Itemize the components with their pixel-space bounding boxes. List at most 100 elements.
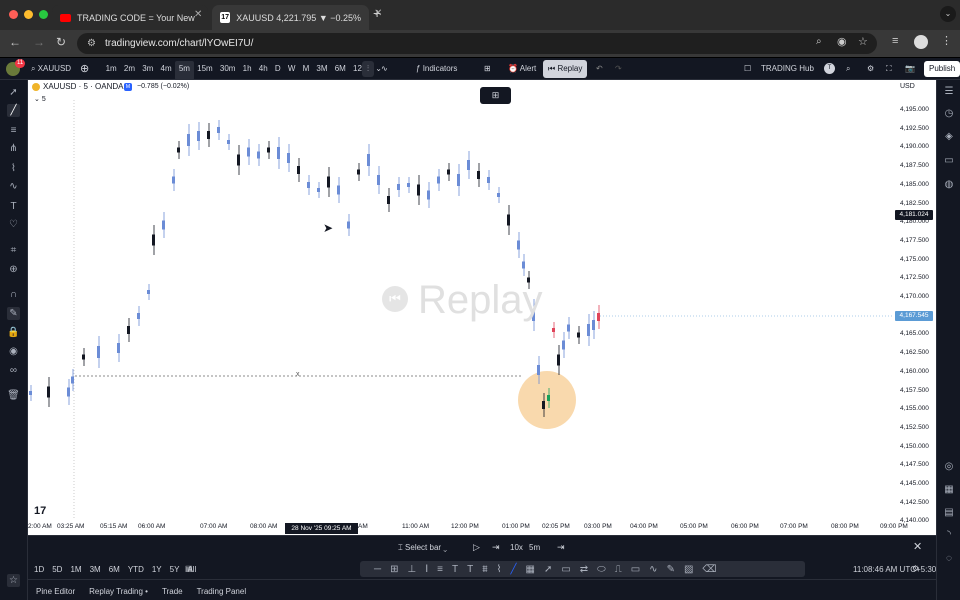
layers-icon[interactable]: ◈ — [942, 130, 956, 144]
settings-gear-icon[interactable]: ⚙ — [912, 564, 919, 573]
pattern-icon[interactable]: ⌇ — [7, 162, 20, 175]
candle-body[interactable] — [477, 171, 480, 179]
forward-icon[interactable]: → — [33, 35, 45, 49]
play-icon[interactable]: ▷ — [473, 542, 480, 553]
indicator-count[interactable]: ⌄ 5 — [34, 95, 46, 103]
replay-button[interactable]: ⏮ Replay — [543, 60, 588, 78]
maximize-window-icon[interactable] — [39, 10, 48, 19]
candle-body[interactable] — [577, 332, 580, 338]
time-axis[interactable]: 2:00 AM 03:25 AM 05:15 AM 06:00 AM 07:00 AM 0… — [28, 522, 908, 535]
candle-body[interactable] — [177, 147, 180, 153]
layout-name[interactable]: TRADING Hub — [761, 58, 814, 80]
candle-body[interactable] — [417, 184, 420, 196]
grid-tool-icon[interactable]: ⊞ — [390, 564, 398, 575]
rectangle-tool-icon[interactable]: ▭ — [631, 564, 640, 575]
layout-grid-icon[interactable]: ⊞ — [484, 58, 491, 80]
candle-body[interactable] — [562, 340, 565, 350]
candle-body[interactable] — [152, 234, 155, 246]
chat-icon[interactable]: ▭ — [942, 154, 956, 168]
horizontal-line-icon[interactable]: ─ — [374, 564, 381, 575]
publish-button[interactable]: Publish — [924, 61, 960, 77]
candle-body[interactable] — [547, 395, 550, 401]
candle-body[interactable] — [487, 177, 490, 183]
text-alt-tool-icon[interactable]: T — [467, 564, 473, 575]
range-1y[interactable]: 1Y — [152, 565, 162, 574]
interval-4m[interactable]: 4m — [157, 61, 175, 80]
interval-5m[interactable]: 5m — [175, 61, 194, 80]
candle-body[interactable] — [347, 221, 350, 229]
vertical-tool-icon[interactable]: ⊥ — [407, 564, 416, 575]
candle-body[interactable] — [257, 151, 260, 159]
pitchfork-icon[interactable]: ⋔ — [7, 142, 20, 155]
polyline-tool-icon[interactable]: ⎍ — [615, 564, 622, 575]
candle-body[interactable] — [317, 188, 320, 192]
cursor-icon[interactable]: ➚ — [7, 86, 20, 99]
trend-line-icon[interactable]: ╱ — [7, 104, 20, 117]
broadcast-icon[interactable]: ◝ — [942, 528, 956, 542]
link-icon[interactable]: ∞ — [7, 364, 20, 377]
checkbox-icon[interactable]: ☐ — [744, 58, 751, 80]
replay-interval[interactable]: 5m — [529, 543, 540, 552]
interval-M[interactable]: M — [299, 61, 313, 80]
camera-icon[interactable]: 📷 — [905, 58, 915, 80]
url-input[interactable]: ⚙ tradingview.com/chart/lYOwEI7U/ — [77, 33, 877, 54]
layout-menu-icon[interactable]: T — [824, 63, 835, 74]
browser-tab-2[interactable]: 17 XAUUSD 4,221.795 ▼ −0.25% — [212, 5, 369, 30]
candle-body[interactable] — [207, 131, 210, 139]
candle-body[interactable] — [82, 354, 85, 360]
candle-body[interactable] — [367, 154, 370, 166]
anchor-tool-icon[interactable]: Ⅰ — [425, 564, 428, 575]
profile-avatar[interactable] — [914, 35, 928, 49]
watchlist-icon[interactable]: ☰ — [942, 85, 956, 99]
close-window-icon[interactable] — [9, 10, 18, 19]
bottom-tab-3[interactable]: Trading Panel — [197, 587, 247, 596]
candle-body[interactable] — [29, 391, 32, 395]
text-icon[interactable]: T — [7, 200, 20, 213]
candle-body[interactable] — [377, 175, 380, 185]
range-6m[interactable]: 6M — [109, 565, 120, 574]
candle-body[interactable] — [277, 147, 280, 159]
candle-body[interactable] — [457, 174, 460, 186]
close-tab-icon[interactable]: ✕ — [194, 9, 202, 20]
tab-search-icon[interactable]: ⌄ — [940, 6, 956, 22]
news-icon[interactable]: ▤ — [942, 506, 956, 520]
range-3m[interactable]: 3M — [90, 565, 101, 574]
candle-body[interactable] — [47, 386, 50, 398]
candle-body[interactable] — [71, 376, 74, 384]
candle-body[interactable] — [407, 183, 410, 187]
candle-body[interactable] — [427, 190, 430, 200]
candle-body[interactable] — [357, 169, 360, 175]
lines-tool-icon[interactable]: ≡ — [437, 564, 443, 575]
wave-tool-icon[interactable]: ∿ — [649, 564, 657, 575]
trash-icon[interactable]: 🗑 — [7, 389, 20, 402]
candle-body[interactable] — [507, 214, 510, 226]
bottom-tab-1[interactable]: Replay Trading • — [89, 587, 148, 596]
range-1d[interactable]: 1D — [34, 565, 44, 574]
select-bar-dropdown[interactable]: ⌶ Select bar ⌄ — [398, 543, 447, 553]
candle-body[interactable] — [307, 182, 310, 188]
help-icon[interactable]: ◌ — [942, 552, 956, 566]
target-icon[interactable]: ◎ — [942, 460, 956, 474]
zoom-icon[interactable]: ⌕ — [816, 36, 822, 47]
interval-1m[interactable]: 1m — [102, 61, 120, 80]
indicators-button[interactable]: ƒ Indicators — [416, 58, 457, 80]
line-chart-icon[interactable]: ∿ — [381, 58, 388, 80]
browser-menu-icon[interactable]: ⋮ — [941, 34, 952, 47]
interval-2m[interactable]: 2m — [120, 61, 138, 80]
candle-body[interactable] — [297, 166, 300, 174]
candle-body[interactable] — [267, 147, 270, 153]
date-range-icon[interactable]: ▤ — [185, 564, 193, 573]
interval-4h[interactable]: 4h — [255, 61, 271, 80]
candle-body[interactable] — [287, 153, 290, 163]
candle-body[interactable] — [97, 346, 100, 358]
clock[interactable]: 11:08:46 AM UTC+5:30 — [853, 565, 936, 574]
zoom-in-icon[interactable]: ⊕ — [7, 263, 20, 276]
interval-3m[interactable]: 3m — [139, 61, 157, 80]
settings-gear-icon[interactable]: ⚙ — [867, 58, 874, 80]
range-1m[interactable]: 1M — [70, 565, 81, 574]
candle-body[interactable] — [127, 326, 130, 334]
candle-body[interactable] — [497, 193, 500, 197]
callout-tool-icon[interactable]: ▭ — [561, 564, 570, 575]
ideas-icon[interactable]: ◍ — [942, 178, 956, 192]
candle-body[interactable] — [337, 185, 340, 195]
